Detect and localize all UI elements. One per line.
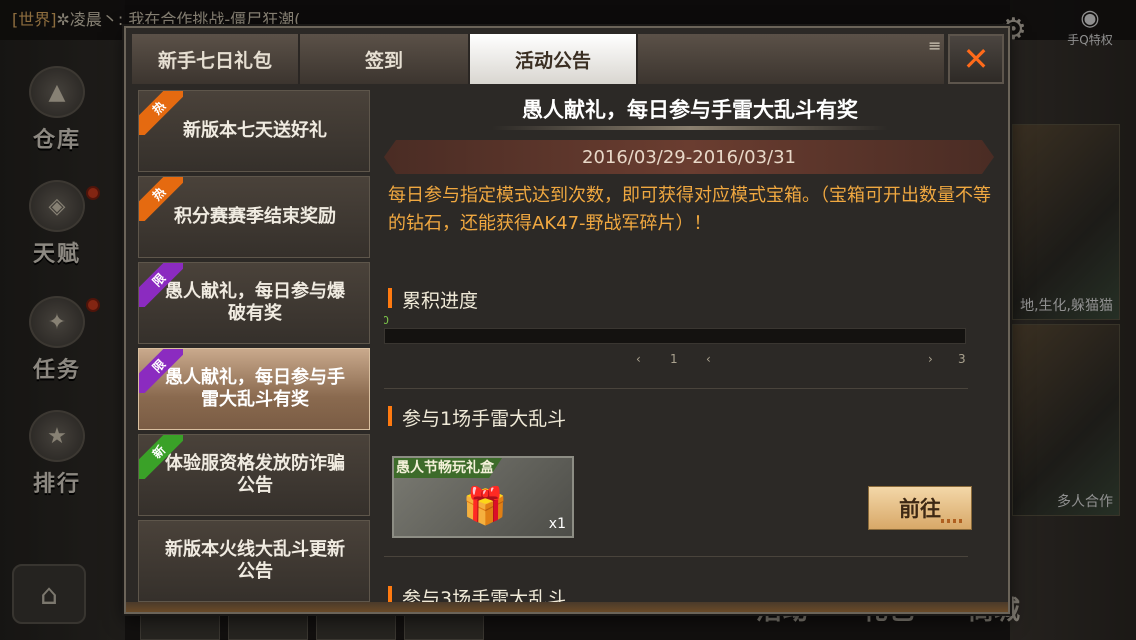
hot-badge: 热 [139, 91, 183, 135]
progress-tick-left: ‹ [636, 352, 641, 366]
event-list-item[interactable]: 热 新版本七天送好礼 [138, 90, 370, 172]
tab-bar-filler [638, 34, 944, 84]
hot-badge: 热 [139, 177, 183, 221]
divider [384, 556, 968, 557]
reward-item[interactable]: 愚人节畅玩礼盒 🎁 x1 [392, 456, 574, 538]
event-label: 愚人献礼，每日参与手雷大乱斗有奖 [165, 367, 345, 410]
event-description: 每日参与指定模式达到次数，即可获得对应模式宝箱。（宝箱可开出数量不等的钻石，还能… [388, 185, 991, 234]
title-underline [492, 126, 888, 130]
close-icon: ✕ [962, 40, 990, 78]
dialog-footer-trim [126, 602, 1008, 612]
progress-heading: 累积进度 [388, 286, 478, 313]
menu-icon: ≡ [928, 36, 942, 55]
progress-current-value: 0 [384, 314, 389, 327]
progress-milestone-1: 1 [670, 352, 678, 366]
clown-gift-box-icon: 🎁 [462, 486, 508, 527]
task-heading: 参与1场手雷大乱斗 [388, 404, 566, 431]
go-button-label: 前往 [899, 497, 941, 521]
close-button[interactable]: ✕ [948, 34, 1004, 84]
event-list-item[interactable]: 限 愚人献礼，每日参与爆破有奖 [138, 262, 370, 344]
reward-name: 愚人节畅玩礼盒 [394, 458, 502, 478]
date-range-text: 2016/03/29-2016/03/31 [582, 146, 796, 168]
progress-bar [384, 328, 966, 344]
event-dialog: 新手七日礼包 签到 活动公告 ≡ ✕ 热 新版本七天送好礼 热 积分赛赛季结束奖… [124, 26, 1010, 614]
tab-sign-in[interactable]: 签到 [300, 34, 470, 84]
event-list-item-selected[interactable]: 限 愚人献礼，每日参与手雷大乱斗有奖 [138, 348, 370, 430]
event-list-item[interactable]: 新版本火线大乱斗更新公告 [138, 520, 370, 602]
new-badge: 新 [139, 435, 183, 479]
event-label: 新版本火线大乱斗更新公告 [165, 539, 345, 582]
divider [384, 388, 968, 389]
reward-quantity: x1 [548, 516, 566, 532]
event-list-item[interactable]: 热 积分赛赛季结束奖励 [138, 176, 370, 258]
progress-tick-left: › [928, 352, 933, 366]
dialog-tab-bar: 新手七日礼包 签到 活动公告 [132, 34, 944, 84]
event-date-range: 2016/03/29-2016/03/31 [384, 140, 994, 174]
event-label: 愚人献礼，每日参与爆破有奖 [165, 281, 345, 324]
tab-event-announcements[interactable]: 活动公告 [470, 34, 638, 84]
limited-badge: 限 [139, 349, 183, 393]
go-button[interactable]: 前往 [868, 486, 972, 530]
task-heading: 参与3场手雷大乱斗 [388, 584, 566, 602]
progress-tick-right: ‹ [706, 352, 711, 366]
event-label: 新版本七天送好礼 [183, 120, 327, 141]
event-list[interactable]: 热 新版本七天送好礼 热 积分赛赛季结束奖励 限 愚人献礼，每日参与爆破有奖 限… [138, 90, 372, 602]
event-detail-panel[interactable]: 愚人献礼，每日参与手雷大乱斗有奖 2016/03/29-2016/03/31 每… [384, 90, 996, 602]
event-list-item[interactable]: 新 体验服资格发放防诈骗公告 [138, 434, 370, 516]
limited-badge: 限 [139, 263, 183, 307]
event-label: 体验服资格发放防诈骗公告 [165, 453, 345, 496]
progress-milestone-3: 3 [958, 352, 966, 366]
tab-seven-day-pack[interactable]: 新手七日礼包 [132, 34, 300, 84]
event-label: 积分赛赛季结束奖励 [174, 206, 336, 227]
event-title: 愚人献礼，每日参与手雷大乱斗有奖 [522, 98, 858, 122]
